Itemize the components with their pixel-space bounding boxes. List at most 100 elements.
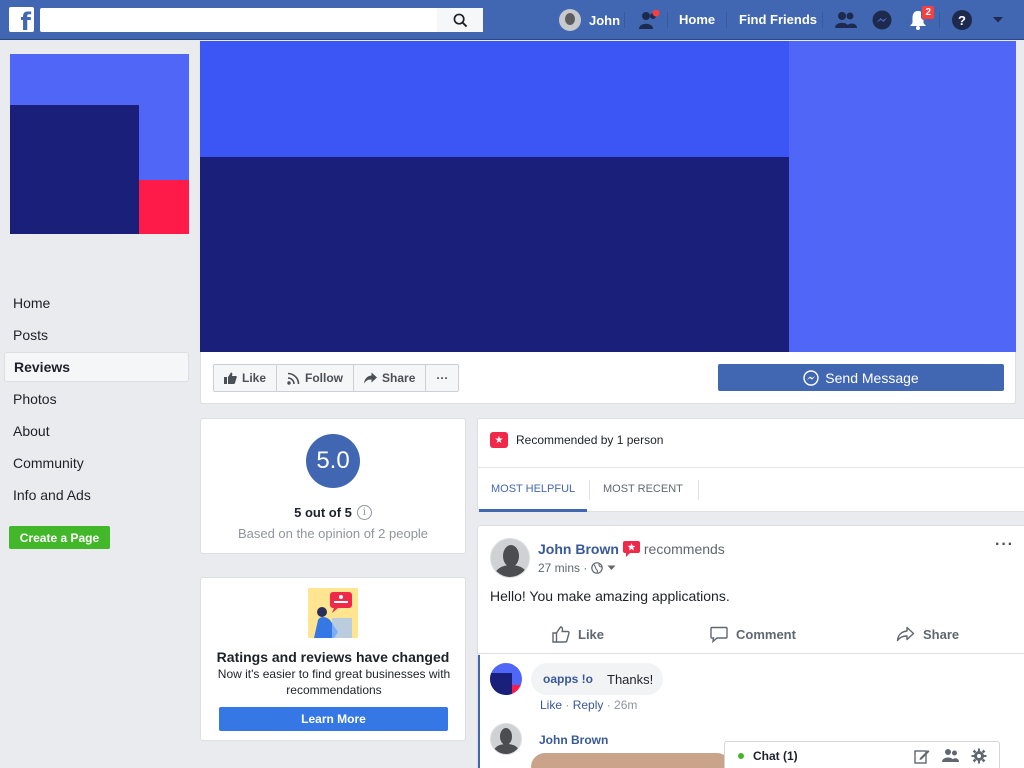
profile-name: John — [589, 12, 621, 28]
post-share-button[interactable]: Share — [896, 626, 959, 642]
share-arrow-icon — [896, 626, 915, 642]
comment-text: Thanks! — [607, 671, 654, 687]
messenger-icon — [872, 10, 892, 30]
ratings-changed-card: Ratings and reviews have changed Now it'… — [200, 577, 466, 741]
page-sidebar-nav: Home Posts Reviews Photos About Communit… — [4, 288, 189, 512]
divider — [939, 12, 940, 28]
share-page-button[interactable]: Share — [354, 365, 427, 391]
caret-down-icon[interactable] — [607, 565, 616, 571]
top-navigation-bar: f John Home Find Friends 2 ? — [0, 0, 1024, 40]
reviews-header-card: ★ Recommended by 1 person MOST HELPFUL M… — [477, 418, 1024, 512]
rating-summary: 5 out of 5 i — [201, 505, 465, 520]
compose-icon[interactable] — [914, 748, 930, 764]
comment-like-link[interactable]: Like — [540, 698, 562, 712]
caret-down-icon — [993, 17, 1003, 23]
sidebar-item-community[interactable]: Community — [4, 448, 189, 478]
recommendation-star-icon: ★ — [490, 432, 508, 448]
tab-most-recent[interactable]: MOST RECENT — [591, 468, 695, 512]
review-post: John Brown recommends 27 mins · ··· Hell… — [477, 525, 1024, 768]
post-author-name[interactable]: John Brown — [538, 541, 619, 557]
thumbs-up-icon — [552, 626, 570, 643]
messenger-button[interactable] — [871, 9, 893, 31]
rss-icon — [287, 372, 300, 385]
create-page-button[interactable]: Create a Page — [9, 526, 110, 549]
chat-tools — [914, 748, 987, 764]
avatar[interactable] — [490, 538, 530, 578]
thumbs-up-icon — [224, 372, 237, 384]
notifications-badge: 2 — [921, 5, 935, 20]
nav-home[interactable]: Home — [679, 12, 715, 27]
help-button[interactable]: ? — [951, 9, 973, 31]
divider — [624, 12, 625, 28]
sidebar-item-reviews[interactable]: Reviews — [4, 352, 189, 382]
comment-time[interactable]: · 26m — [607, 698, 638, 712]
comment-meta: Like · Reply · 26m — [540, 698, 638, 712]
rating-score-badge: 5.0 — [306, 434, 360, 488]
follow-page-button[interactable]: Follow — [277, 365, 355, 391]
comment-author[interactable]: John Brown — [539, 733, 608, 747]
post-verb: recommends — [643, 541, 725, 557]
reviews-tabs: MOST HELPFUL MOST RECENT — [478, 467, 1024, 512]
people-icon — [639, 10, 660, 29]
info-icon[interactable]: i — [356, 505, 372, 520]
search-input[interactable] — [40, 8, 483, 32]
page-profile-picture[interactable] — [10, 54, 189, 234]
friend-requests-button[interactable] — [835, 9, 857, 31]
rating-basis: Based on the opinion of 2 people — [237, 526, 429, 541]
more-dots-icon: ··· — [436, 371, 449, 385]
tab-most-helpful[interactable]: MOST HELPFUL — [479, 468, 588, 512]
post-options-button[interactable]: ··· — [995, 536, 1014, 554]
promo-text: Now it's easier to find great businesses… — [217, 667, 451, 697]
learn-more-button[interactable]: Learn More — [219, 707, 448, 731]
send-message-button[interactable]: Send Message — [718, 364, 1004, 391]
search-button[interactable] — [437, 8, 483, 32]
page-actions-group: Like Follow Share ··· — [213, 364, 460, 392]
chat-label: Chat (1) — [753, 749, 798, 763]
messenger-icon — [803, 369, 819, 386]
account-menu-button[interactable] — [987, 9, 1009, 31]
sidebar-item-info-and-ads[interactable]: Info and Ads — [4, 480, 189, 510]
sidebar-item-posts[interactable]: Posts — [4, 320, 189, 350]
divider — [667, 12, 668, 28]
group-icon[interactable] — [942, 748, 959, 764]
chat-bar[interactable]: Chat (1) — [724, 741, 1000, 768]
sidebar-item-about[interactable]: About — [4, 416, 189, 446]
notifications-button[interactable]: 2 — [907, 5, 935, 31]
comment-reply-link[interactable]: Reply — [573, 698, 604, 712]
comment-bubble: oapps !o Thanks! — [531, 663, 664, 695]
avatar[interactable] — [490, 723, 522, 755]
rating-summary-card: 5.0 5 out of 5 i Based on the opinion of… — [200, 418, 466, 554]
sidebar-item-photos[interactable]: Photos — [4, 384, 189, 414]
post-actions: Like Comment Share — [478, 618, 1024, 654]
sidebar-item-home[interactable]: Home — [4, 288, 189, 318]
page-action-bar: Like Follow Share ··· Send Message — [200, 352, 1016, 404]
post-like-button[interactable]: Like — [552, 626, 604, 643]
nav-find-friends[interactable]: Find Friends — [739, 12, 817, 27]
like-page-button[interactable]: Like — [214, 365, 278, 391]
post-text: Hello! You make amazing applications. — [490, 588, 730, 604]
recommended-by: ★ Recommended by 1 person — [490, 432, 663, 448]
post-comment-button[interactable]: Comment — [710, 626, 796, 643]
online-status-dot — [738, 753, 744, 759]
comment-icon — [710, 626, 728, 643]
search-icon — [453, 13, 467, 27]
friends-icon — [835, 12, 857, 28]
avatar — [559, 9, 581, 31]
divider — [726, 12, 727, 28]
divider — [822, 12, 823, 28]
recommendation-badge-icon — [622, 541, 640, 557]
profile-link[interactable]: John — [559, 8, 620, 32]
gear-icon[interactable] — [971, 748, 987, 764]
facebook-logo-icon[interactable]: f — [9, 7, 34, 34]
comment-photo[interactable] — [531, 753, 731, 768]
recommendation-illustration — [308, 588, 358, 638]
post-header: John Brown recommends — [538, 541, 725, 557]
share-arrow-icon — [364, 372, 378, 384]
cover-photo[interactable] — [200, 41, 1016, 352]
help-icon: ? — [952, 10, 972, 30]
create-button[interactable] — [638, 9, 660, 31]
avatar[interactable] — [490, 663, 522, 695]
divider — [698, 480, 699, 500]
comment-author[interactable]: oapps !o — [543, 672, 593, 686]
more-options-button[interactable]: ··· — [426, 365, 458, 391]
